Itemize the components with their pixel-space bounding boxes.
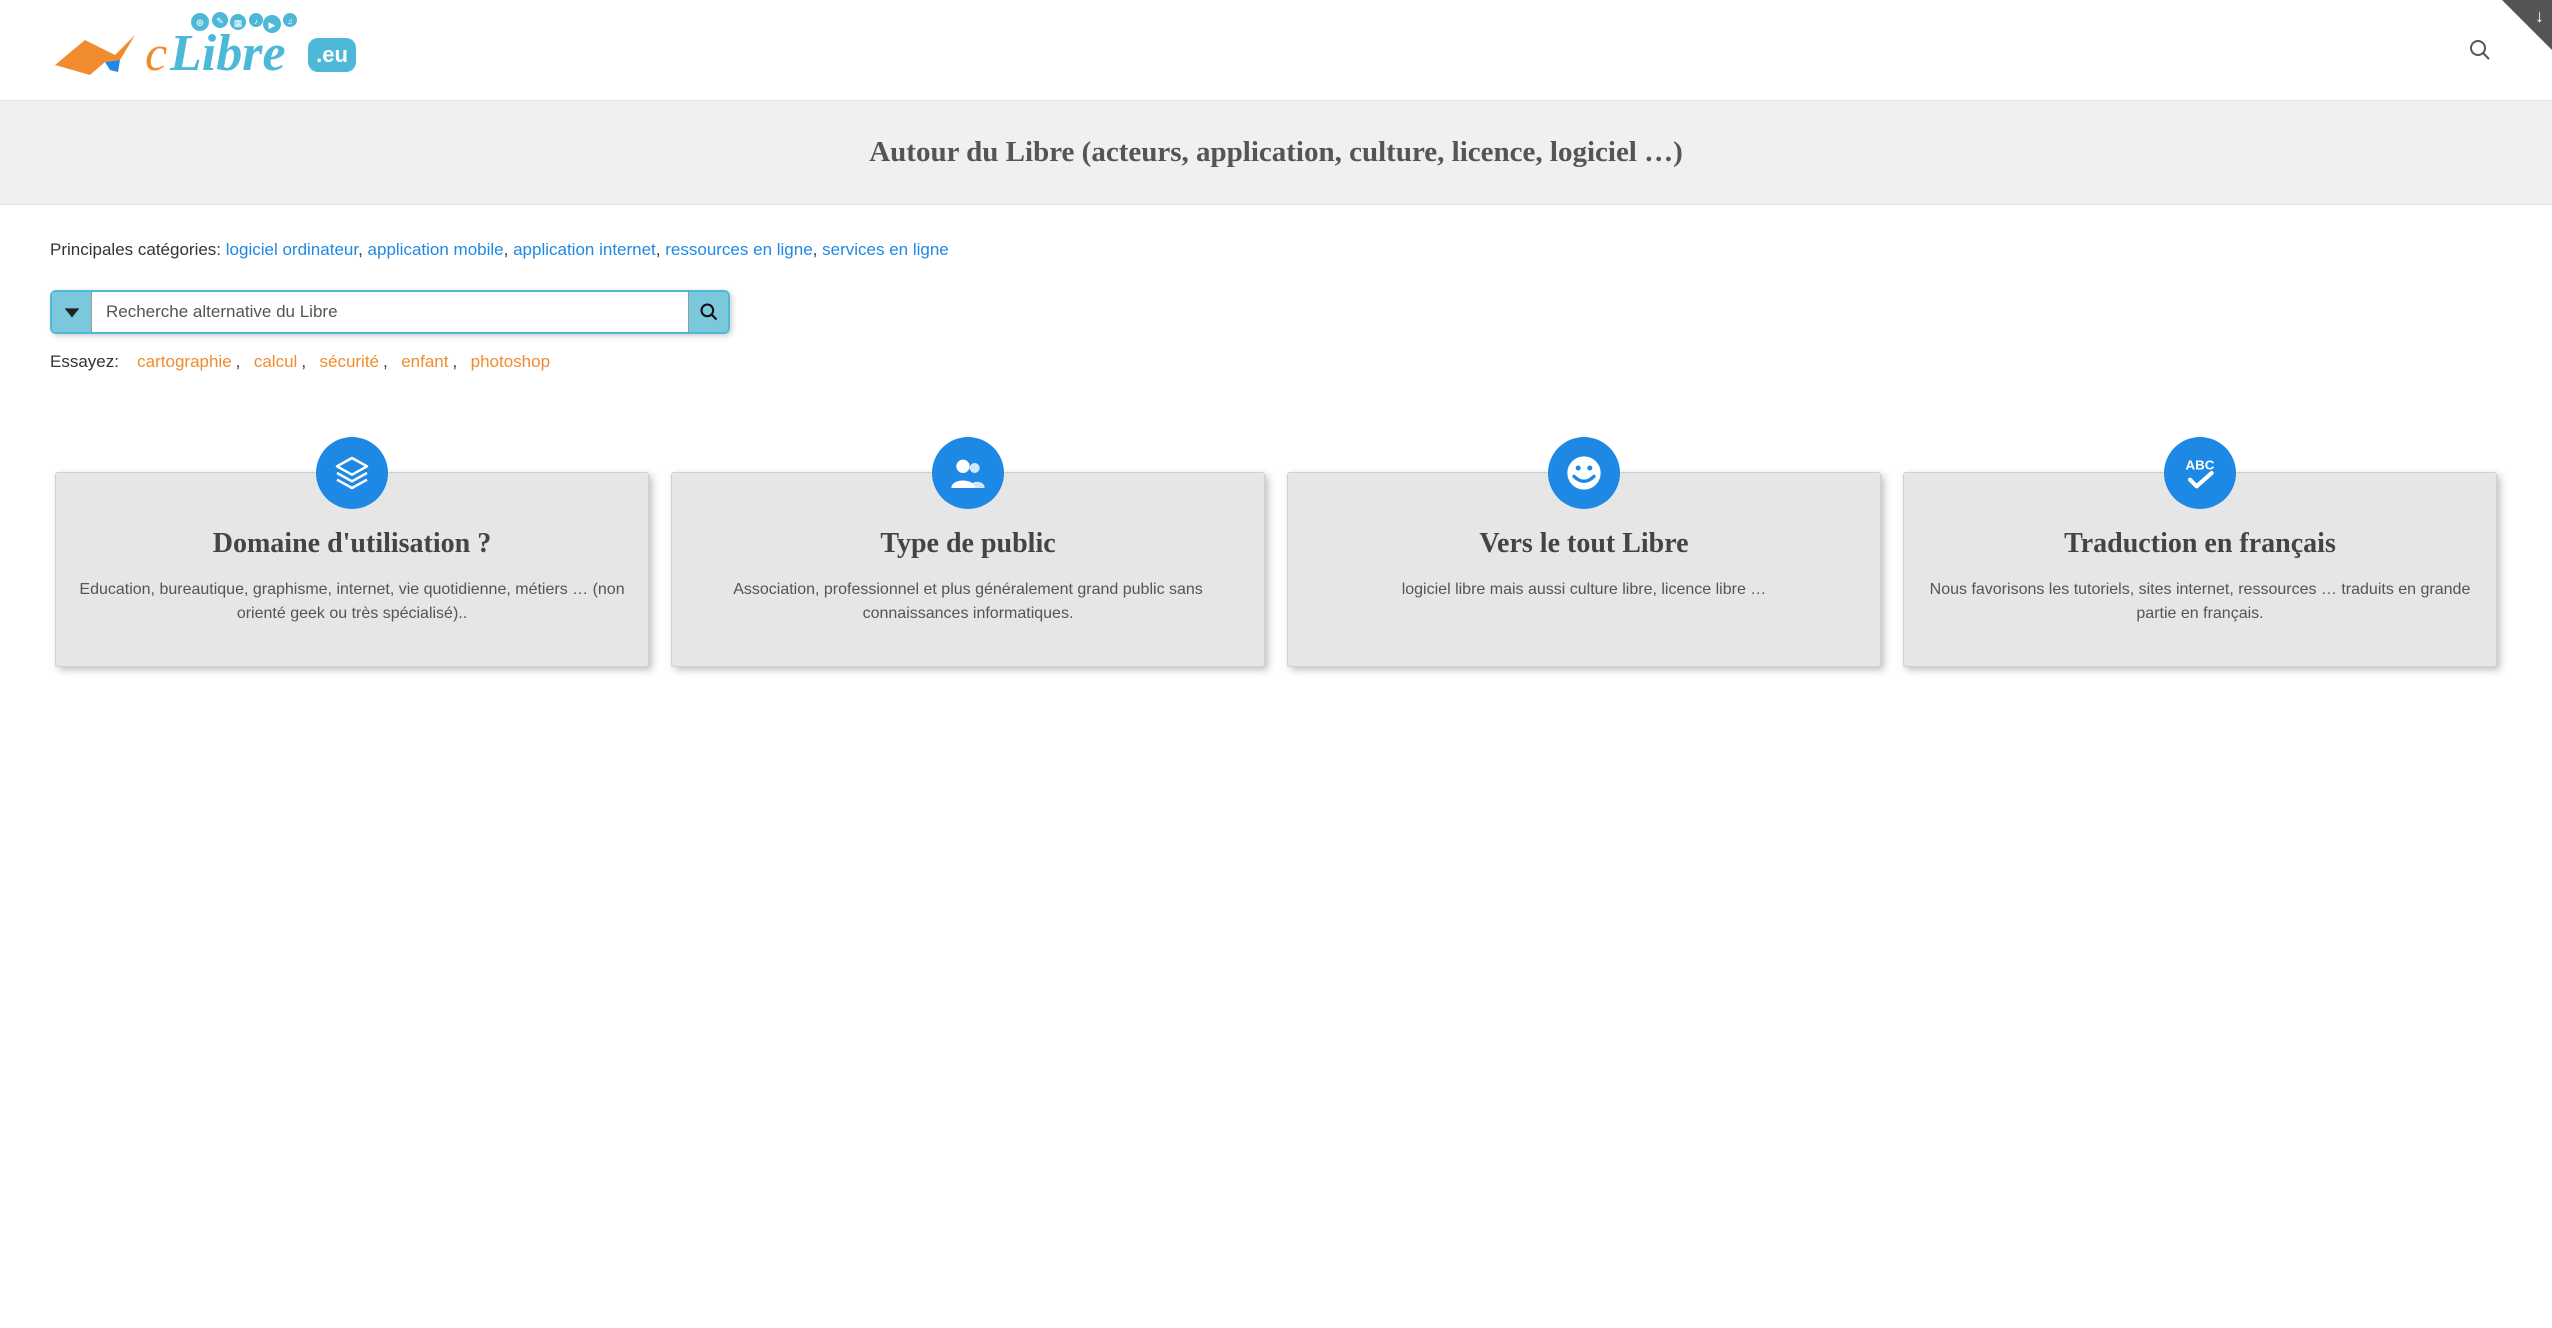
svg-text:▶: ▶ xyxy=(269,20,276,30)
search-icon xyxy=(699,302,719,322)
layers-icon xyxy=(316,437,388,509)
try-label: Essayez: xyxy=(50,352,119,371)
card-text: Nous favorisons les tutoriels, sites int… xyxy=(1926,578,2474,626)
chevron-down-icon xyxy=(61,301,83,323)
abc-check-icon: ABC xyxy=(2164,437,2236,509)
svg-text:.eu: .eu xyxy=(316,42,348,67)
categories-line: Principales catégories: logiciel ordinat… xyxy=(50,240,2502,260)
smile-icon xyxy=(1548,437,1620,509)
svg-text:⊕: ⊕ xyxy=(196,18,204,29)
page-title: Autour du Libre (acteurs, application, c… xyxy=(60,136,2492,169)
category-link[interactable]: services en ligne xyxy=(822,240,949,259)
try-link[interactable]: cartographie xyxy=(137,352,232,371)
svg-text:ABC: ABC xyxy=(2186,458,2215,473)
try-suggestions: Essayez: cartographie, calcul, sécurité,… xyxy=(50,352,2502,372)
feature-card-translation: ABC Traduction en français Nous favoriso… xyxy=(1903,472,2497,667)
download-arrow-icon: ↓ xyxy=(2535,6,2544,27)
svg-text:✎: ✎ xyxy=(216,16,224,26)
try-link[interactable]: sécurité xyxy=(319,352,379,371)
svg-text:c: c xyxy=(145,25,167,81)
svg-text:Libre: Libre xyxy=(169,25,286,82)
search-input[interactable] xyxy=(92,292,688,332)
card-title: Type de public xyxy=(694,528,1242,560)
card-text: Education, bureautique, graphisme, inter… xyxy=(78,578,626,626)
categories-label: Principales catégories: xyxy=(50,240,226,259)
feature-card-public: Type de public Association, professionne… xyxy=(671,472,1265,667)
users-icon xyxy=(932,437,1004,509)
search-icon[interactable] xyxy=(2468,38,2492,62)
search-dropdown-toggle[interactable] xyxy=(52,292,92,332)
svg-text:▦: ▦ xyxy=(234,18,243,28)
svg-text:♫: ♫ xyxy=(287,17,293,26)
card-title: Traduction en français xyxy=(1926,528,2474,560)
site-logo[interactable]: c Libre ⊕ ✎ ▦ ♪ ▶ ♫ .eu xyxy=(50,10,370,90)
feature-card-domain: Domaine d'utilisation ? Education, burea… xyxy=(55,472,649,667)
corner-ribbon[interactable] xyxy=(2502,0,2552,50)
category-link[interactable]: application internet xyxy=(513,240,656,259)
try-link[interactable]: calcul xyxy=(254,352,297,371)
feature-card-libre: Vers le tout Libre logiciel libre mais a… xyxy=(1287,472,1881,667)
category-link[interactable]: ressources en ligne xyxy=(665,240,812,259)
search-submit-button[interactable] xyxy=(688,292,728,332)
card-title: Domaine d'utilisation ? xyxy=(78,528,626,560)
try-link[interactable]: enfant xyxy=(401,352,448,371)
svg-text:♪: ♪ xyxy=(254,17,258,26)
card-text: Association, professionnel et plus génér… xyxy=(694,578,1242,626)
card-title: Vers le tout Libre xyxy=(1310,528,1858,560)
card-text: logiciel libre mais aussi culture libre,… xyxy=(1310,578,1858,602)
category-link[interactable]: application mobile xyxy=(368,240,504,259)
search-form xyxy=(50,290,730,334)
try-link[interactable]: photoshop xyxy=(471,352,550,371)
category-link[interactable]: logiciel ordinateur xyxy=(226,240,358,259)
